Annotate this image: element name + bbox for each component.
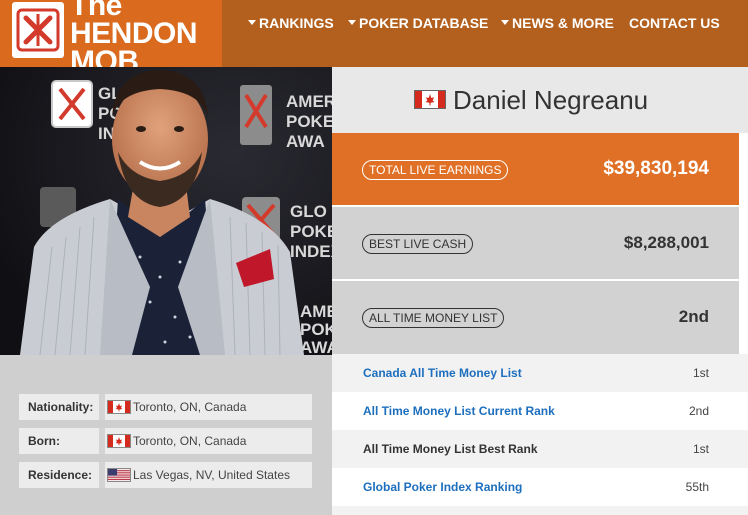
usa-flag-icon	[107, 468, 131, 487]
canada-flag-icon	[107, 400, 131, 419]
backdrop-word: AMER	[286, 92, 332, 111]
site-logo[interactable]: The HENDON MOB	[0, 0, 222, 77]
chevron-down-icon	[501, 20, 509, 26]
backdrop-word: POKE	[290, 222, 332, 241]
ranking-value: 55th	[685, 480, 709, 494]
backdrop-word: AWA	[300, 338, 332, 355]
all-time-money-list-value: 2nd	[678, 307, 709, 326]
ranking-link[interactable]: Canada All Time Money List	[363, 366, 522, 380]
ranking-value: 1st	[692, 366, 709, 380]
nav-contact-us[interactable]: CONTACT US	[629, 14, 720, 32]
nav-news-more[interactable]: NEWS & MORE	[501, 14, 614, 32]
backdrop-word: POKER	[300, 320, 332, 339]
nav-rankings-label: RANKINGS	[259, 15, 334, 31]
chevron-down-icon	[248, 20, 256, 26]
player-name-header: Daniel Negreanu	[332, 67, 748, 133]
ranking-link[interactable]: Global Poker Index Ranking	[363, 480, 522, 494]
hendon-mob-logo-icon	[12, 2, 64, 58]
nav-poker-database[interactable]: POKER DATABASE	[348, 14, 488, 32]
best-live-cash-label: BEST LIVE CASH	[362, 234, 474, 254]
nav-rankings[interactable]: RANKINGS	[248, 14, 334, 32]
backdrop-word: GLO	[290, 202, 327, 221]
canada-flag-icon	[414, 90, 446, 114]
backdrop-word: POKE	[286, 112, 332, 131]
ranking-label: All Time Money List Best Rank	[363, 442, 538, 456]
detail-label: Nationality:	[28, 400, 94, 414]
site-header: The HENDON MOB RANKINGS POKER DATABASE N…	[0, 0, 748, 77]
backdrop-word: INDEX	[290, 242, 332, 261]
detail-value: Toronto, ON, Canada	[133, 434, 247, 448]
detail-label: Residence:	[28, 468, 93, 482]
backdrop-word: AWA	[286, 132, 325, 151]
detail-value: Toronto, ON, Canada	[133, 400, 247, 414]
divider	[99, 428, 105, 454]
ranking-row: All Time Money List Best Rank 1st	[332, 430, 748, 468]
ranking-row[interactable]: Canada All Time Money List 1st	[332, 354, 748, 392]
player-details-panel: Nationality: Toronto, ON, Canada Born: T…	[0, 355, 332, 515]
player-photo: GLO POKE INDE AMER POKE AWA GLO POKE IND…	[0, 67, 332, 355]
best-live-cash-value: $8,288,001	[623, 233, 709, 252]
ranking-value: 1st	[692, 442, 709, 456]
best-live-cash-card: BEST LIVE CASH $8,288,001	[332, 207, 739, 279]
detail-label: Born:	[28, 434, 60, 448]
detail-value: Las Vegas, NV, United States	[133, 468, 290, 482]
total-live-earnings-card: TOTAL LIVE EARNINGS $39,830,194	[332, 133, 739, 205]
divider	[99, 462, 105, 488]
logo-wordmark: The HENDON MOB	[70, 0, 198, 77]
ranking-row[interactable]: Global Poker Index Ranking 55th	[332, 468, 748, 506]
detail-row-nationality: Nationality: Toronto, ON, Canada	[19, 394, 312, 420]
nav-poker-database-label: POKER DATABASE	[359, 15, 489, 31]
canada-flag-icon	[107, 434, 131, 453]
total-live-earnings-label: TOTAL LIVE EARNINGS	[362, 160, 509, 180]
nav-contact-us-label: CONTACT US	[629, 15, 720, 31]
main-nav: RANKINGS POKER DATABASE NEWS & MORE CONT…	[240, 14, 748, 34]
player-name: Daniel Negreanu	[453, 85, 649, 115]
chevron-down-icon	[348, 20, 356, 26]
nav-news-more-label: NEWS & MORE	[512, 15, 614, 31]
backdrop-word: AMER	[300, 302, 332, 321]
all-time-money-list-label: ALL TIME MONEY LIST	[362, 308, 505, 328]
ranking-row	[332, 506, 748, 515]
all-time-money-list-card: ALL TIME MONEY LIST 2nd	[332, 281, 739, 354]
divider	[739, 133, 748, 354]
ranking-link[interactable]: All Time Money List Current Rank	[363, 404, 555, 418]
divider	[99, 394, 105, 420]
detail-row-residence: Residence: Las Vegas, NV, United States	[19, 462, 312, 488]
logo-line-2: HENDON	[70, 17, 198, 50]
ranking-value: 2nd	[688, 404, 709, 418]
ranking-row[interactable]: All Time Money List Current Rank 2nd	[332, 392, 748, 430]
detail-row-born: Born: Toronto, ON, Canada	[19, 428, 312, 454]
total-live-earnings-value: $39,830,194	[603, 158, 709, 179]
